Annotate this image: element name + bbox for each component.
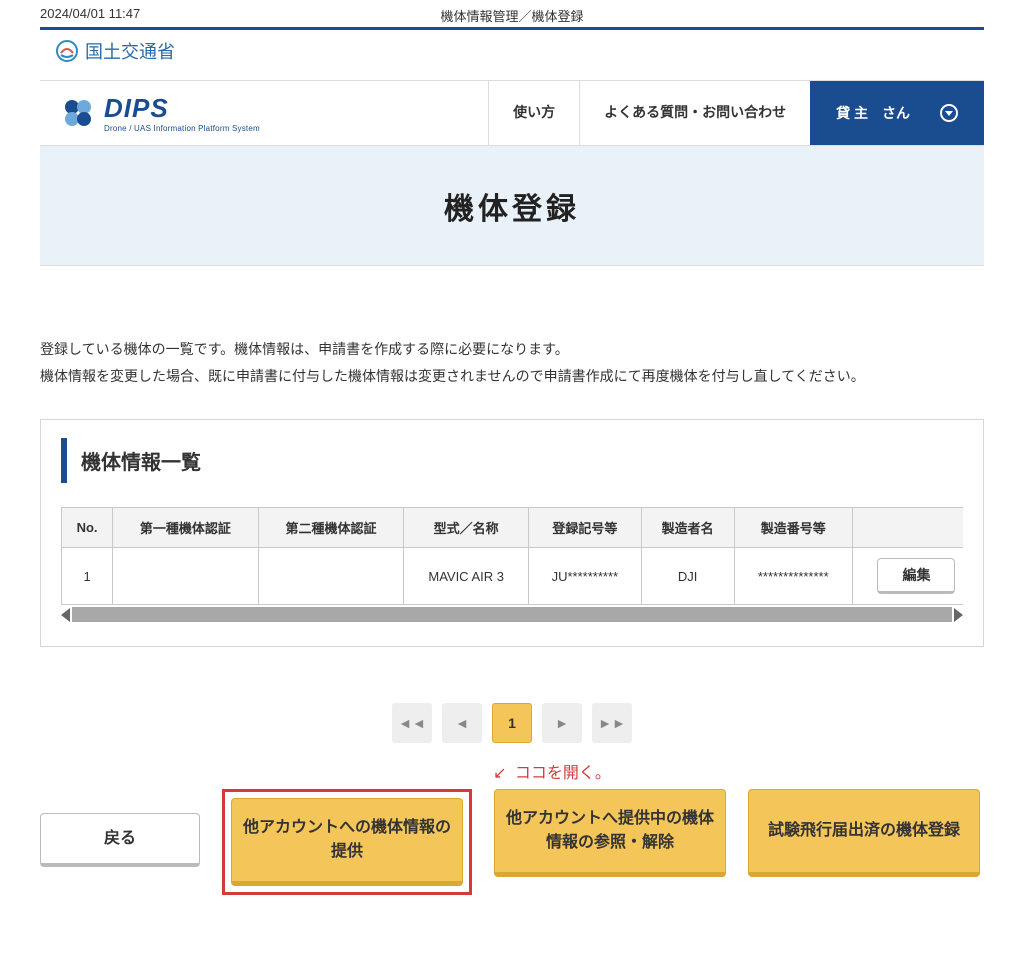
col-cert1: 第一種機体認証 bbox=[113, 508, 259, 548]
col-model: 型式／名称 bbox=[404, 508, 529, 548]
edit-button[interactable]: 編集 bbox=[877, 558, 955, 594]
ministry-logo-icon bbox=[55, 39, 79, 63]
highlight-box: 他アカウントへの機体情報の提供 bbox=[222, 789, 472, 895]
ministry-header: 国土交通省 bbox=[0, 30, 1024, 80]
scroll-right-icon[interactable] bbox=[954, 608, 963, 622]
dips-logo-subtitle: Drone / UAS Information Platform System bbox=[104, 124, 260, 133]
cell-reg: JU********** bbox=[529, 548, 642, 605]
col-edit bbox=[852, 508, 963, 548]
section-title: 機体情報一覧 bbox=[61, 438, 963, 483]
cell-cert2 bbox=[258, 548, 404, 605]
cell-cert1 bbox=[113, 548, 259, 605]
col-serial: 製造番号等 bbox=[734, 508, 852, 548]
horizontal-scrollbar[interactable] bbox=[61, 607, 963, 622]
dips-logo-icon bbox=[58, 93, 98, 133]
nav-howto[interactable]: 使い方 bbox=[488, 81, 579, 145]
user-menu[interactable]: 貸 主 さん bbox=[810, 81, 984, 145]
col-maker: 製造者名 bbox=[641, 508, 734, 548]
action-row: 戻る 他アカウントへの機体情報の提供 他アカウントへ提供中の機体情報の参照・解除… bbox=[40, 789, 984, 895]
scroll-track[interactable] bbox=[72, 607, 952, 622]
col-no: No. bbox=[62, 508, 113, 548]
annotation-arrow-icon: ↙ bbox=[493, 763, 506, 783]
user-name: 貸 主 さん bbox=[836, 103, 910, 123]
test-flight-button[interactable]: 試験飛行届出済の機体登録 bbox=[748, 789, 980, 877]
dips-logo[interactable]: DIPS Drone / UAS Information Platform Sy… bbox=[40, 81, 488, 145]
scroll-left-icon[interactable] bbox=[61, 608, 70, 622]
desc-line-1: 登録している機体の一覧です。機体情報は、申請書を作成する際に必要になります。 bbox=[40, 336, 984, 363]
cell-model: MAVIC AIR 3 bbox=[404, 548, 529, 605]
aircraft-list-section: 機体情報一覧 No. 第一種機体認証 第二種機体認証 型式／名称 登録記号等 製… bbox=[40, 419, 984, 647]
nav-faq[interactable]: よくある質問・お問い合わせ bbox=[579, 81, 810, 145]
desc-line-2: 機体情報を変更した場合、既に申請書に付与した機体情報は変更されませんので申請書作… bbox=[40, 363, 984, 390]
breadcrumb: 機体情報管理／機体登録 bbox=[440, 6, 583, 25]
col-cert2: 第二種機体認証 bbox=[258, 508, 404, 548]
cell-no: 1 bbox=[62, 548, 113, 605]
cell-edit: 編集 bbox=[852, 548, 963, 605]
ministry-name: 国土交通省 bbox=[85, 38, 175, 64]
pager-prev[interactable]: ◄ bbox=[442, 703, 482, 743]
dips-logo-text: DIPS bbox=[104, 93, 260, 124]
reference-info-button[interactable]: 他アカウントへ提供中の機体情報の参照・解除 bbox=[494, 789, 726, 877]
page-title: 機体登録 bbox=[444, 184, 580, 228]
page-title-hero: 機体登録 bbox=[40, 146, 984, 266]
table-row: 1 MAVIC AIR 3 JU********** DJI *********… bbox=[62, 548, 964, 605]
aircraft-table: No. 第一種機体認証 第二種機体認証 型式／名称 登録記号等 製造者名 製造番… bbox=[61, 507, 963, 605]
chevron-down-icon bbox=[940, 104, 958, 122]
back-button[interactable]: 戻る bbox=[40, 813, 200, 867]
pagination: ◄◄ ◄ 1 ► ►► bbox=[0, 703, 1024, 743]
page-description: 登録している機体の一覧です。機体情報は、申請書を作成する際に必要になります。 機… bbox=[40, 336, 984, 389]
pager-last[interactable]: ►► bbox=[592, 703, 632, 743]
cell-maker: DJI bbox=[641, 548, 734, 605]
table-scroll-wrap[interactable]: No. 第一種機体認証 第二種機体認証 型式／名称 登録記号等 製造者名 製造番… bbox=[61, 507, 963, 605]
header-navbar: DIPS Drone / UAS Information Platform Sy… bbox=[40, 80, 984, 146]
col-reg: 登録記号等 bbox=[529, 508, 642, 548]
provide-info-button[interactable]: 他アカウントへの機体情報の提供 bbox=[231, 798, 463, 886]
cell-serial: ************** bbox=[734, 548, 852, 605]
pager-first[interactable]: ◄◄ bbox=[392, 703, 432, 743]
annotation: ↙ ココを開く。 bbox=[80, 759, 1024, 783]
page-timestamp: 2024/04/01 11:47 bbox=[40, 6, 140, 21]
pager-current[interactable]: 1 bbox=[492, 703, 532, 743]
pager-next[interactable]: ► bbox=[542, 703, 582, 743]
annotation-text: ココを開く。 bbox=[515, 765, 611, 782]
